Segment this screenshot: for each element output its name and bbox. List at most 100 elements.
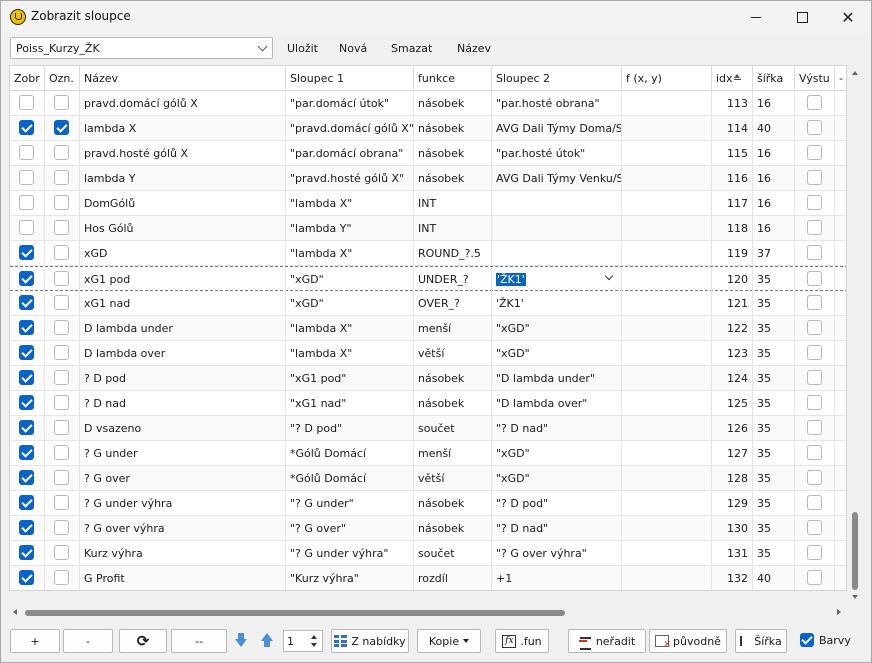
cell-col2[interactable]: AVG Dali Týmy Doma/Sc — [492, 116, 622, 140]
cell-width[interactable]: 16 — [753, 191, 795, 215]
mark-checkbox[interactable] — [54, 570, 69, 585]
cell-col2[interactable]: "par.hosté útok" — [492, 141, 622, 165]
cell-idx[interactable]: 117 — [712, 191, 753, 215]
horizontal-scrollbar[interactable] — [9, 605, 847, 621]
show-checkbox[interactable] — [19, 470, 34, 485]
output-checkbox[interactable] — [807, 95, 822, 110]
cell-idx[interactable]: 123 — [712, 341, 753, 365]
cell-col1[interactable]: "lambda X" — [286, 316, 414, 340]
cell-func[interactable]: násobek — [414, 166, 492, 190]
cell-col1[interactable]: "lambda Y" — [286, 216, 414, 240]
cell-width[interactable]: 35 — [753, 341, 795, 365]
cell-func[interactable]: menší — [414, 316, 492, 340]
cell-fxy[interactable] — [622, 466, 712, 490]
cell-width[interactable]: 35 — [753, 291, 795, 315]
mark-checkbox[interactable] — [54, 520, 69, 535]
cell-func[interactable]: součet — [414, 541, 492, 565]
mark-checkbox[interactable] — [54, 170, 69, 185]
output-checkbox[interactable] — [807, 570, 822, 585]
output-checkbox[interactable] — [807, 145, 822, 160]
show-checkbox[interactable] — [19, 320, 34, 335]
maximize-button[interactable] — [779, 1, 825, 33]
mark-checkbox[interactable] — [54, 345, 69, 360]
table-row[interactable]: ? G under výhra "? G under" násobek "? D po… — [10, 491, 846, 516]
header-column1[interactable]: Sloupec 1 — [286, 66, 414, 91]
mark-checkbox[interactable] — [54, 445, 69, 460]
show-checkbox[interactable] — [19, 570, 34, 585]
table-row[interactable]: ? D nad "xG1 nad" násobek "D lambda over" 12… — [10, 391, 846, 416]
cell-idx[interactable]: 120 — [712, 267, 753, 291]
move-down-icon[interactable] — [233, 632, 249, 650]
cell-fxy[interactable] — [622, 541, 712, 565]
show-checkbox[interactable] — [19, 370, 34, 385]
cell-fxy[interactable] — [622, 141, 712, 165]
horizontal-scroll-thumb[interactable] — [25, 610, 565, 616]
add-row-button[interactable]: + — [10, 629, 60, 653]
cell-col2[interactable]: +1 — [492, 566, 622, 590]
cell-col1[interactable]: "xGD" — [286, 291, 414, 315]
scroll-left-icon[interactable] — [13, 609, 17, 615]
cell-func[interactable]: UNDER_? — [414, 267, 492, 291]
output-checkbox[interactable] — [807, 120, 822, 135]
cell-col2[interactable]: "xGD" — [492, 316, 622, 340]
cell-col2[interactable]: "par.hosté obrana" — [492, 91, 622, 115]
cell-name[interactable]: lambda X — [80, 116, 286, 140]
cell-idx[interactable]: 115 — [712, 141, 753, 165]
cell-width[interactable]: 16 — [753, 141, 795, 165]
table-row[interactable]: ? G over *Gólů Domácí větší "xGD" 128 35 — [10, 466, 846, 491]
cell-func[interactable]: násobek — [414, 391, 492, 415]
cell-name[interactable]: xG1 pod — [80, 267, 286, 291]
header-name[interactable]: Název — [80, 66, 286, 91]
table-row[interactable]: pravd.hosté gólů X "par.domácí obrana" nás… — [10, 141, 846, 166]
cell-width[interactable]: 35 — [753, 391, 795, 415]
cell-idx[interactable]: 128 — [712, 466, 753, 490]
cell-func[interactable]: ROUND_?.5 — [414, 241, 492, 265]
output-checkbox[interactable] — [807, 370, 822, 385]
mark-checkbox[interactable] — [54, 420, 69, 435]
column2-editor-value[interactable]: 'ŽK1' — [496, 273, 526, 286]
show-checkbox[interactable] — [19, 170, 34, 185]
cell-name[interactable]: ? G over — [80, 466, 286, 490]
cell-name[interactable]: ? G over výhra — [80, 516, 286, 540]
cell-func[interactable]: násobek — [414, 516, 492, 540]
cell-idx[interactable]: 119 — [712, 241, 753, 265]
cell-width[interactable]: 40 — [753, 566, 795, 590]
cell-name[interactable]: D lambda over — [80, 341, 286, 365]
header-column2[interactable]: Sloupec 2 — [492, 66, 622, 91]
mark-checkbox[interactable] — [54, 220, 69, 235]
copy-dropdown-button[interactable]: Kopie — [417, 629, 481, 653]
width-button[interactable]: Šířka — [735, 629, 787, 653]
cell-name[interactable]: ? G under výhra — [80, 491, 286, 515]
cell-col2[interactable]: 'ŽK1' — [492, 267, 622, 291]
mark-checkbox[interactable] — [54, 195, 69, 210]
show-checkbox[interactable] — [19, 145, 34, 160]
cell-col1[interactable]: "xG1 nad" — [286, 391, 414, 415]
show-checkbox[interactable] — [19, 520, 34, 535]
cell-idx[interactable]: 130 — [712, 516, 753, 540]
cell-fxy[interactable] — [622, 291, 712, 315]
table-row[interactable]: pravd.domácí gólů X "par.domácí útok" náso… — [10, 91, 846, 116]
table-row[interactable]: G Profit "Kurz výhra" rozdíl +1 132 40 — [10, 566, 846, 590]
show-checkbox[interactable] — [19, 295, 34, 310]
cell-fxy[interactable] — [622, 516, 712, 540]
header-output[interactable]: Výstu — [795, 66, 835, 91]
cell-width[interactable]: 35 — [753, 416, 795, 440]
profile-select[interactable]: Poiss_Kurzy_ŽK — [10, 37, 273, 59]
table-row[interactable]: lambda Y "pravd.hosté gólů X" násobek AVG D… — [10, 166, 846, 191]
minimize-button[interactable] — [733, 1, 779, 33]
cell-col2[interactable]: "xGD" — [492, 441, 622, 465]
cell-col2[interactable]: "? D nad" — [492, 516, 622, 540]
cell-fxy[interactable] — [622, 566, 712, 590]
cell-name[interactable]: lambda Y — [80, 166, 286, 190]
cell-func[interactable]: násobek — [414, 141, 492, 165]
show-checkbox[interactable] — [19, 195, 34, 210]
cell-col1[interactable]: "xGD" — [286, 267, 414, 291]
mark-checkbox[interactable] — [54, 545, 69, 560]
table-row[interactable]: ? D pod "xG1 pod" násobek "D lambda under" 1… — [10, 366, 846, 391]
cell-func[interactable]: menší — [414, 441, 492, 465]
chevron-down-icon[interactable] — [604, 271, 614, 281]
table-row[interactable]: xG1 nad "xGD" OVER_? 'ŽK1' 121 35 — [10, 291, 846, 316]
cell-width[interactable]: 16 — [753, 216, 795, 240]
function-button[interactable]: fx .fun — [495, 629, 549, 653]
cell-fxy[interactable] — [622, 491, 712, 515]
